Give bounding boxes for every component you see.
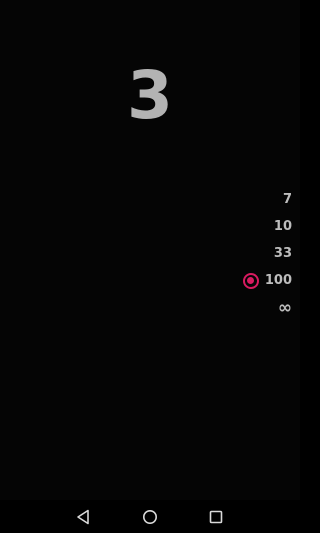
limit-label: ∞ xyxy=(277,297,292,318)
app-screen[interactable]: 3 7 10 33 100 ∞ xyxy=(0,0,300,500)
radio-dot xyxy=(247,277,255,284)
limit-label: 10 xyxy=(273,219,292,234)
system-navigation-bar xyxy=(0,500,300,533)
limit-selector: 7 10 33 100 ∞ xyxy=(212,186,292,321)
home-button[interactable] xyxy=(138,506,162,528)
radio-selected-icon xyxy=(242,272,259,289)
limit-label: 33 xyxy=(273,246,292,261)
back-icon xyxy=(77,509,89,525)
limit-label: 100 xyxy=(264,273,292,288)
home-icon xyxy=(143,510,157,524)
recents-button[interactable] xyxy=(204,506,228,528)
back-button[interactable] xyxy=(71,506,95,528)
limit-option-7[interactable]: 7 xyxy=(212,186,292,213)
limit-option-100[interactable]: 100 xyxy=(212,267,292,294)
limit-option-10[interactable]: 10 xyxy=(212,213,292,240)
limit-label: 7 xyxy=(282,192,292,207)
limit-option-infinity[interactable]: ∞ xyxy=(212,294,292,321)
limit-option-33[interactable]: 33 xyxy=(212,240,292,267)
recents-icon xyxy=(209,510,223,524)
counter-display[interactable]: 3 xyxy=(0,60,300,132)
